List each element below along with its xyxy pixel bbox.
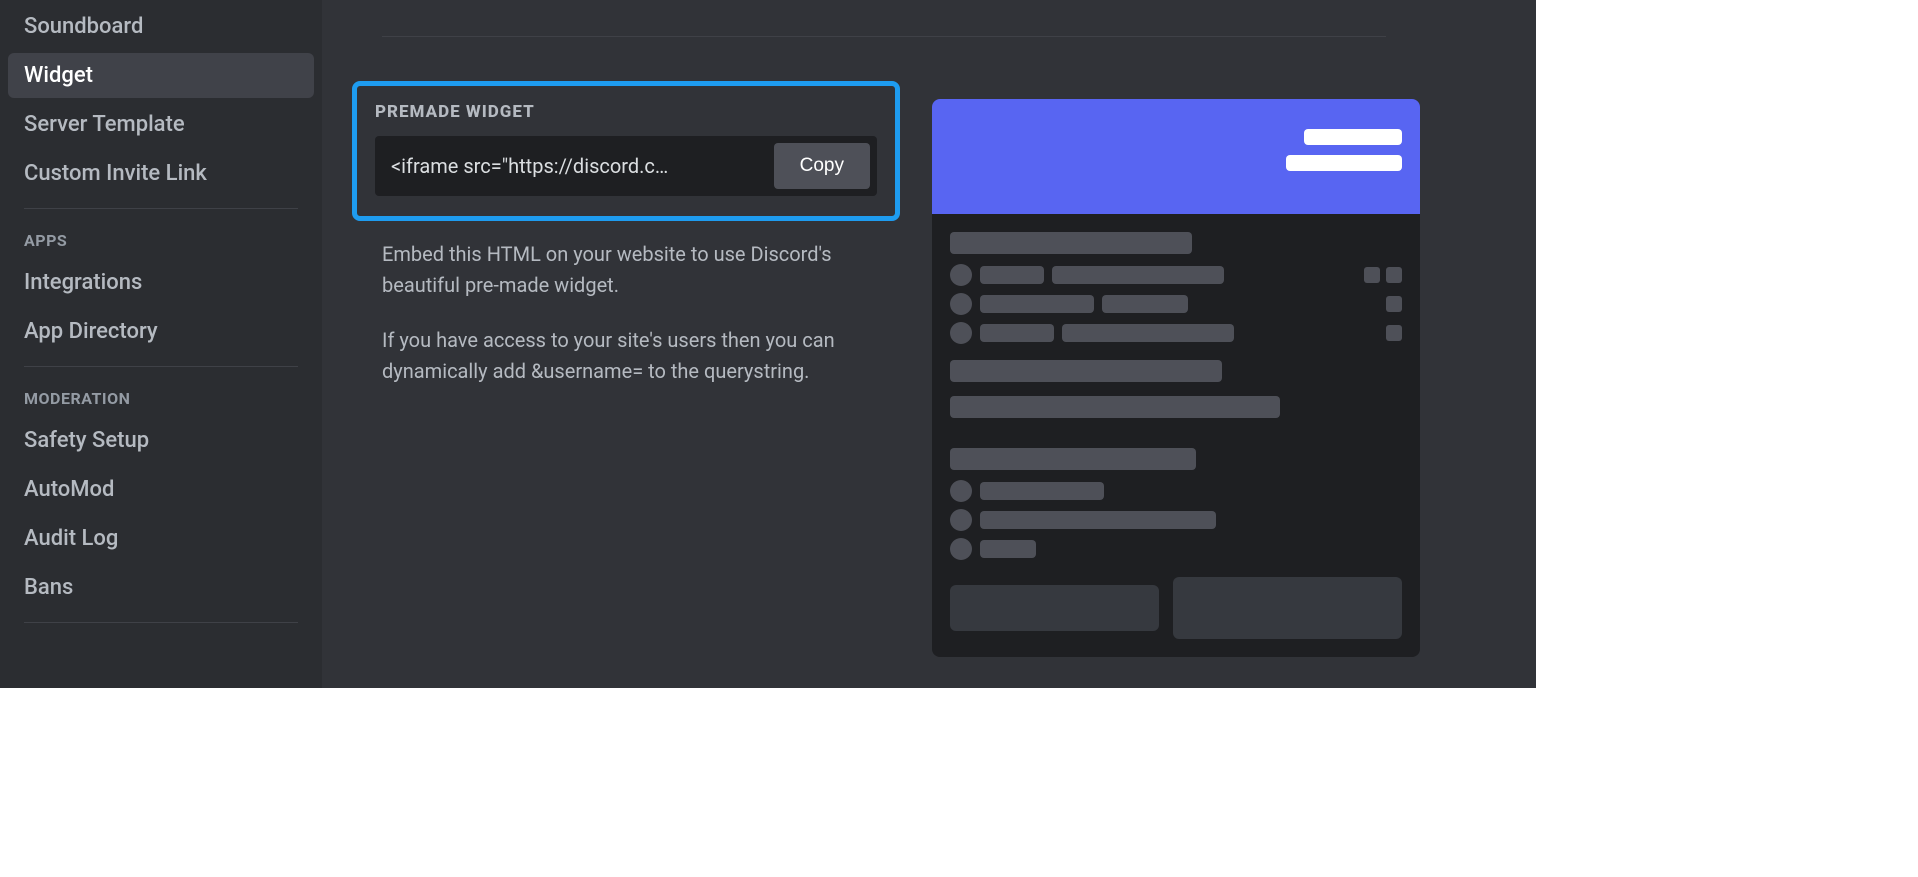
placeholder-icon <box>1386 325 1402 341</box>
sidebar-item-bans[interactable]: Bans <box>8 565 314 610</box>
sidebar-divider <box>24 622 298 623</box>
placeholder-heading <box>950 448 1196 470</box>
placeholder-heading <box>950 232 1192 254</box>
widget-preview <box>932 99 1420 657</box>
placeholder-user-row <box>950 480 1402 502</box>
sidebar-heading: MODERATION <box>8 379 314 414</box>
placeholder-bar <box>980 266 1044 284</box>
premade-widget-highlight: Premade Widget <iframe src="https://disc… <box>352 81 900 221</box>
placeholder-icons <box>1386 325 1402 341</box>
widget-left-column: Premade Widget <iframe src="https://disc… <box>382 81 902 387</box>
placeholder-bar <box>1062 324 1234 342</box>
app-window: SoundboardWidgetServer TemplateCustom In… <box>0 0 1536 688</box>
iframe-code-row: <iframe src="https://discord.c… Copy <box>375 136 877 196</box>
placeholder-bar <box>980 295 1094 313</box>
placeholder-bar <box>950 396 1280 418</box>
sidebar-item-integrations[interactable]: Integrations <box>8 260 314 305</box>
widget-preview-footer <box>932 585 1420 657</box>
widget-description-2: If you have access to your site's users … <box>382 325 852 387</box>
placeholder-user-row <box>950 509 1402 531</box>
placeholder-bar <box>1304 129 1402 145</box>
widget-preview-body <box>932 214 1420 585</box>
placeholder-icon <box>1364 267 1380 283</box>
sidebar-item-custom-invite-link[interactable]: Custom Invite Link <box>8 151 314 196</box>
avatar-icon <box>950 509 972 531</box>
placeholder-user-row <box>950 322 1402 344</box>
sidebar-heading: APPS <box>8 221 314 256</box>
avatar-icon <box>950 480 972 502</box>
premade-widget-section: Premade Widget <iframe src="https://disc… <box>382 81 1536 657</box>
settings-main: Premade Widget <iframe src="https://disc… <box>322 0 1536 688</box>
widget-description-1: Embed this HTML on your website to use D… <box>382 239 852 301</box>
placeholder-bar <box>950 360 1222 382</box>
sidebar-item-app-directory[interactable]: App Directory <box>8 309 314 354</box>
placeholder-icon <box>1386 267 1402 283</box>
widget-preview-header <box>932 99 1420 214</box>
avatar-icon <box>950 293 972 315</box>
placeholder-bar <box>1102 295 1188 313</box>
section-heading: Premade Widget <box>375 102 877 122</box>
placeholder-button <box>950 585 1159 631</box>
placeholder-bar <box>980 511 1216 529</box>
sidebar-divider <box>24 366 298 367</box>
placeholder-button <box>1173 577 1402 639</box>
placeholder-bar <box>980 540 1036 558</box>
placeholder-icons <box>1386 296 1402 312</box>
sidebar-divider <box>24 208 298 209</box>
sidebar-item-audit-log[interactable]: Audit Log <box>8 516 314 561</box>
placeholder-user-row <box>950 538 1402 560</box>
avatar-icon <box>950 538 972 560</box>
sidebar-item-soundboard[interactable]: Soundboard <box>8 4 314 49</box>
avatar-icon <box>950 322 972 344</box>
sidebar-item-widget[interactable]: Widget <box>8 53 314 98</box>
placeholder-user-row <box>950 264 1402 286</box>
settings-sidebar: SoundboardWidgetServer TemplateCustom In… <box>0 0 322 688</box>
sidebar-item-safety-setup[interactable]: Safety Setup <box>8 418 314 463</box>
sidebar-item-server-template[interactable]: Server Template <box>8 102 314 147</box>
copy-button[interactable]: Copy <box>774 143 870 189</box>
widget-preview-header-lines <box>1286 129 1402 171</box>
placeholder-icon <box>1386 296 1402 312</box>
placeholder-bar <box>1052 266 1224 284</box>
placeholder-icons <box>1364 267 1402 283</box>
sidebar-item-automod[interactable]: AutoMod <box>8 467 314 512</box>
placeholder-user-row <box>950 293 1402 315</box>
placeholder-bar <box>980 324 1054 342</box>
placeholder-bar <box>1286 155 1402 171</box>
placeholder-bar <box>980 482 1104 500</box>
iframe-code-input[interactable]: <iframe src="https://discord.c… <box>391 143 758 189</box>
avatar-icon <box>950 264 972 286</box>
content-divider <box>382 36 1386 37</box>
